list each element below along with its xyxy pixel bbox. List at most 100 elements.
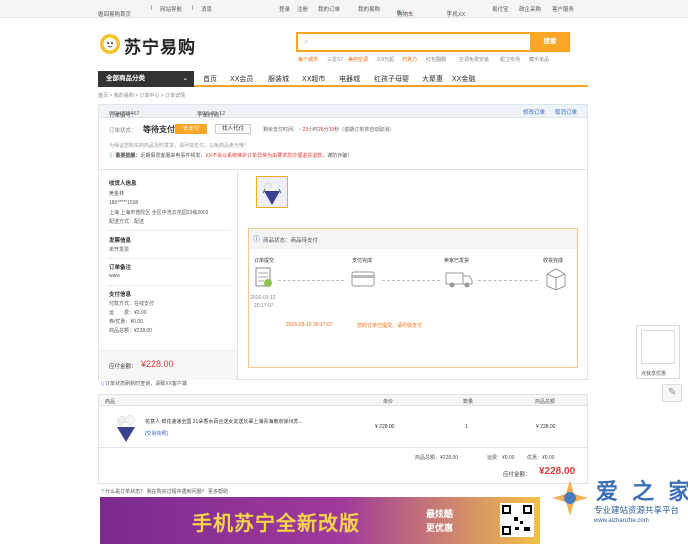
refresh-note[interactable]: ▯ 订单状态刷新时查询，请致XX客户端 [101, 380, 187, 387]
search-input[interactable] [316, 36, 526, 48]
consignee-name: 黄金林 [109, 191, 125, 197]
site-watermark: 爱 之 家 专业建站资源共享平台 www.aizhanzhe.com [548, 468, 688, 544]
step-time: 20:17:07 [254, 303, 274, 309]
payment-freight: 运 费：¥0.00 [109, 310, 147, 316]
nav-item-supermarket[interactable]: XX超市 [302, 74, 325, 84]
chevron-down-icon: ⌄ [182, 75, 188, 82]
hot-word[interactable]: 巧克力 [402, 56, 417, 63]
top-bar: ⌂ 返回易购首页 | 网站导航 | 消息 登录 注册 我的订单 我的易购 🛒 购物… [0, 0, 688, 18]
all-categories-button[interactable]: 全部商品分类 ⌄ [98, 71, 194, 87]
ask-others-pay-button[interactable]: 找人代付 [215, 124, 251, 134]
home-link-label: 返回易购首页 [98, 12, 132, 18]
watermark-title: 爱 之 家 [596, 479, 688, 504]
hot-word[interactable]: 空调免费安装 [459, 56, 489, 63]
nav-item-finance[interactable]: XX金融 [452, 74, 475, 84]
bouquet-icon [262, 181, 282, 205]
col-price: 单价 [383, 399, 394, 405]
feedback-button[interactable]: ✎ [662, 384, 682, 402]
product-price: ¥ 228.00 [375, 424, 395, 430]
pencil-icon: ✎ [668, 387, 677, 398]
order-info-column: 收货人信息 黄金林 180*****1538 上海 上海市普陀区 全区中浩云花园… [98, 170, 238, 380]
table-row: 花意人 鲜花速递全国 21朵香水百合送女友送长辈上海青海南京徐州苏... [交易… [98, 406, 588, 448]
cancel-order-link[interactable]: 取消订单 [555, 108, 577, 116]
payable-box: 应付金额： ¥228.00 [99, 350, 237, 380]
delivery-truck-icon [445, 272, 473, 288]
site-nav-link[interactable]: 网站导航 [160, 5, 182, 13]
banner-tag-2: 更优惠 [426, 523, 454, 533]
snapshot-link[interactable]: [交易快照] [145, 430, 168, 437]
promo-banner[interactable]: 手机苏宁全新改版 最炫酷 更优惠 [100, 497, 540, 544]
info-icon: ⓘ [109, 153, 115, 159]
nav-item-juhui[interactable]: 大聚惠 [422, 74, 443, 84]
payment-total: 商品总额：¥228.00 [109, 328, 153, 334]
help-link[interactable]: 我在购买过程中遇到问题？ [147, 489, 207, 495]
payment-done-icon [351, 271, 375, 287]
separator: | [192, 5, 194, 11]
hot-word[interactable]: 每个城市 [298, 56, 318, 63]
order-status-panel: 订单状态： 等待支付 去支付 找人代付 剩余支付时间：◔ 23小时26分39秒（… [98, 118, 588, 170]
progress-connector [478, 280, 538, 281]
nav-item-baby[interactable]: 红孩子母婴 [374, 74, 409, 84]
help-link[interactable]: 更多帮助 [208, 489, 228, 495]
hot-word[interactable]: 美的空调 [348, 56, 368, 63]
info-icon: ⓘ [253, 236, 260, 243]
consignee-phone: 180*****1538 [109, 200, 139, 206]
nav-item-electronics[interactable]: 电器城 [339, 74, 360, 84]
breadcrumb[interactable]: 首页 > 我的易购 > 订单中心 > 订单详情 [98, 92, 185, 99]
summary-coupon: 优惠：¥0.00 [527, 455, 555, 461]
product-thumbnail[interactable] [256, 176, 288, 208]
register-link[interactable]: 注册 [297, 5, 308, 13]
enterprise-link[interactable]: 政企采购 [519, 5, 541, 13]
help-link[interactable]: 什么是订单状态？ [105, 489, 145, 495]
help-links: ? 什么是订单状态？ 我在购买过程中遇到问题？ 更多帮助 [101, 488, 228, 495]
side-promo-widget[interactable]: 点我享优惠 [636, 325, 680, 379]
product-name[interactable]: 花意人 鲜花速递全国 21朵香水百合送女友送长辈上海青海南京徐州苏... [145, 418, 341, 425]
login-link[interactable]: 登录 [279, 5, 290, 13]
product-image[interactable] [111, 411, 141, 443]
divider [107, 285, 231, 286]
suning-logo[interactable]: 苏宁易购 [98, 30, 198, 58]
divider [107, 230, 231, 231]
search-box: ⌕ [296, 32, 570, 52]
search-button[interactable]: 搜索 [530, 32, 570, 52]
progress-header: ⓘ 商品状态：商品待支付 [249, 229, 577, 249]
hot-word[interactable]: 藏乐单品 [529, 56, 549, 63]
hot-word[interactable]: 超卫专场 [500, 56, 520, 63]
service-link[interactable]: 客户服务 [552, 5, 574, 13]
progress-connector [382, 280, 440, 281]
pay-button[interactable]: 去支付 [175, 124, 207, 134]
my-suning-link[interactable]: 我的易购 [358, 5, 380, 13]
invoice-value: 未开发票 [109, 247, 130, 253]
my-orders-link[interactable]: 我的订单 [318, 5, 340, 13]
side-promo-label: 点我享优惠 [641, 371, 667, 377]
nav-item-member[interactable]: XX会员 [230, 74, 253, 84]
step-label: 支付完成 [352, 258, 373, 264]
nav-item-clothing[interactable]: 服装城 [268, 74, 289, 84]
nav-item-home[interactable]: 首页 [203, 74, 217, 84]
banner-tag-1: 最炫酷 [426, 509, 454, 519]
yifubao-link[interactable]: 易付宝 [492, 5, 509, 13]
progress-connector [278, 280, 344, 281]
hot-word[interactable]: 9.9元起 [377, 56, 394, 63]
important-notice: ⓘ 重要提醒：近期假冒客服来电事件频发，XX不会以系统维护订单异常为由要求您办理… [109, 153, 353, 159]
message-link[interactable]: 消息 [201, 5, 212, 13]
hot-word[interactable]: 三星S7 [327, 56, 343, 63]
payment-coupon: 券/优惠：¥0.00 [109, 319, 143, 325]
step-label: 订单提交 [254, 258, 275, 264]
logo-text: 苏宁易购 [124, 38, 196, 57]
side-promo-image [641, 330, 675, 364]
step-date: 2016-03-12 [250, 295, 276, 301]
remark-title: 订单备注 [109, 265, 132, 271]
modify-order-link[interactable]: 修改订单 [523, 108, 545, 116]
hot-word[interactable]: 红包翻翻 [426, 56, 446, 63]
mobile-label: 手机XX [447, 12, 466, 18]
invoice-title: 发票信息 [109, 238, 132, 244]
progress-status: 商品状态：商品待支付 [263, 238, 319, 244]
received-box-icon [546, 268, 566, 291]
col-qty: 数量 [463, 399, 474, 405]
summary-items-total: 商品总额：¥228.00 [415, 455, 459, 461]
step-label: 卖家已发货 [444, 258, 470, 264]
payable-label: 应付金额： [109, 364, 137, 370]
consignee-address: 上海 上海市普陀区 全区中浩云花园23栋2003 [109, 210, 209, 216]
payable-amount: ¥228.00 [141, 359, 174, 369]
